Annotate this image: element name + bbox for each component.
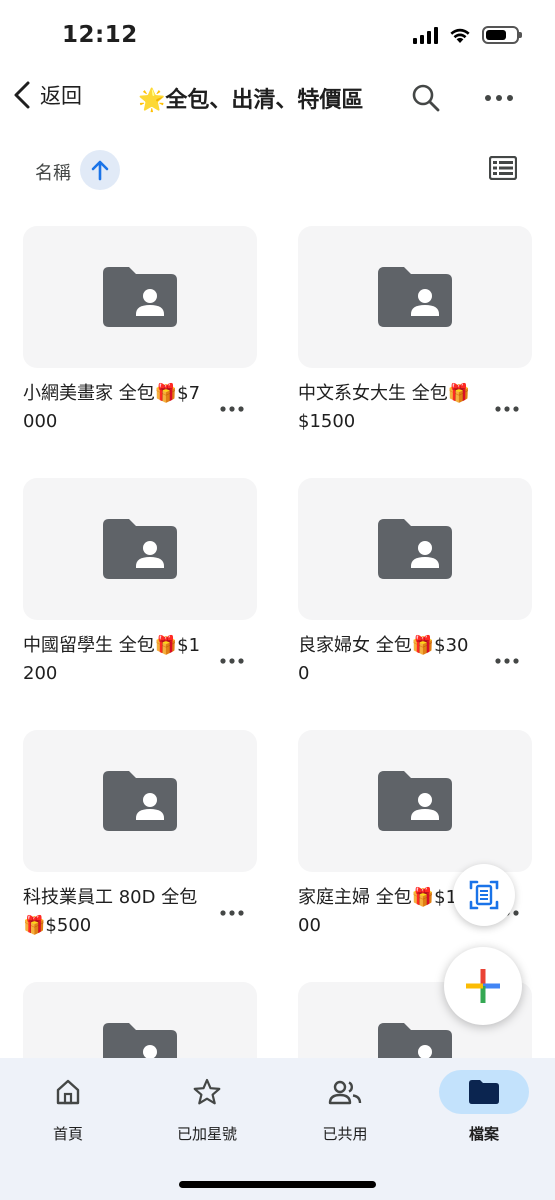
more-options-button[interactable] [483, 84, 515, 116]
page-title: 🌟全包、出清、特價區 [138, 88, 364, 113]
more-horizontal-icon [495, 406, 519, 412]
folder-name: 家庭主婦 全包🎁$1800 [298, 887, 469, 936]
nav-starred[interactable]: 已加星號 [147, 1070, 267, 1144]
folder-card[interactable]: 小網美畫家 全包🎁$7000 [23, 226, 257, 436]
nav-label: 已共用 [322, 1125, 368, 1143]
nav-label: 檔案 [468, 1125, 499, 1143]
folder-more-button[interactable] [219, 652, 245, 671]
more-horizontal-icon [495, 658, 519, 664]
cellular-signal-icon [413, 26, 438, 44]
header: 返回 🌟全包、出清、特價區 [0, 70, 555, 130]
list-view-toggle[interactable] [488, 155, 518, 184]
nav-pill [300, 1070, 390, 1114]
folder-thumbnail[interactable] [23, 478, 257, 620]
folder-more-button[interactable] [494, 652, 520, 671]
more-horizontal-icon [485, 95, 513, 101]
folder-name: 小網美畫家 全包🎁$7000 [23, 383, 201, 432]
arrow-up-icon [91, 160, 109, 181]
folder-thumbnail[interactable] [23, 730, 257, 872]
folder-thumbnail[interactable] [23, 226, 257, 368]
status-bar: 12:12 [0, 0, 555, 70]
folder-more-button[interactable] [494, 400, 520, 419]
nav-shared[interactable]: 已共用 [285, 1070, 405, 1144]
document-scanner-icon [469, 880, 499, 910]
status-icons [413, 26, 522, 44]
nav-home[interactable]: 首頁 [8, 1070, 128, 1144]
search-button[interactable] [410, 82, 442, 118]
folder-card[interactable]: 中文系女大生 全包🎁$1500 [298, 226, 532, 436]
nav-label: 已加星號 [176, 1125, 237, 1143]
folder-icon [469, 1080, 499, 1104]
sort-label[interactable]: 名稱 [35, 159, 71, 185]
folder-thumbnail[interactable] [298, 730, 532, 872]
nav-label: 首頁 [52, 1125, 83, 1143]
bottom-navigation: 首頁 已加星號 已共用 檔案 [0, 1058, 555, 1200]
shared-people-icon [328, 1080, 362, 1105]
chevron-left-icon [14, 81, 30, 109]
back-button[interactable]: 返回 [12, 80, 82, 110]
shared-folder-icon [103, 267, 177, 327]
nav-pill [23, 1070, 113, 1114]
shared-folder-icon [378, 519, 452, 579]
shared-folder-icon [103, 519, 177, 579]
folder-thumbnail[interactable] [298, 226, 532, 368]
scan-document-button[interactable] [453, 864, 515, 926]
home-indicator [179, 1181, 376, 1188]
shared-folder-icon [378, 267, 452, 327]
folder-card[interactable]: 中國留學生 全包🎁$1200 [23, 478, 257, 688]
status-time: 12:12 [62, 22, 138, 48]
shared-folder-icon [103, 771, 177, 831]
wifi-icon [450, 28, 470, 43]
star-icon [193, 1078, 221, 1105]
folder-name: 中文系女大生 全包🎁$1500 [298, 383, 471, 432]
back-label: 返回 [40, 84, 82, 108]
more-horizontal-icon [220, 910, 244, 916]
shared-folder-icon [378, 771, 452, 831]
folder-thumbnail[interactable] [298, 478, 532, 620]
home-icon [56, 1079, 80, 1105]
battery-icon [482, 26, 522, 44]
plus-icon [466, 969, 500, 1003]
sort-direction-button[interactable] [80, 150, 120, 190]
more-horizontal-icon [220, 658, 244, 664]
list-view-icon [488, 155, 518, 181]
new-item-button[interactable] [444, 947, 522, 1025]
sort-row: 名稱 [0, 148, 555, 192]
folder-name: 科技業員工 80D 全包🎁$500 [23, 887, 198, 936]
folder-card[interactable]: 科技業員工 80D 全包🎁$500 [23, 730, 257, 940]
folder-more-button[interactable] [219, 400, 245, 419]
nav-pill [162, 1070, 252, 1114]
search-icon [412, 84, 440, 112]
folder-more-button[interactable] [219, 904, 245, 923]
folder-card[interactable]: 良家婦女 全包🎁$300 [298, 478, 532, 688]
folder-name: 中國留學生 全包🎁$1200 [23, 635, 201, 684]
nav-pill-active [439, 1070, 529, 1114]
folder-name: 良家婦女 全包🎁$300 [298, 635, 469, 684]
more-horizontal-icon [220, 406, 244, 412]
nav-files[interactable]: 檔案 [424, 1070, 544, 1144]
